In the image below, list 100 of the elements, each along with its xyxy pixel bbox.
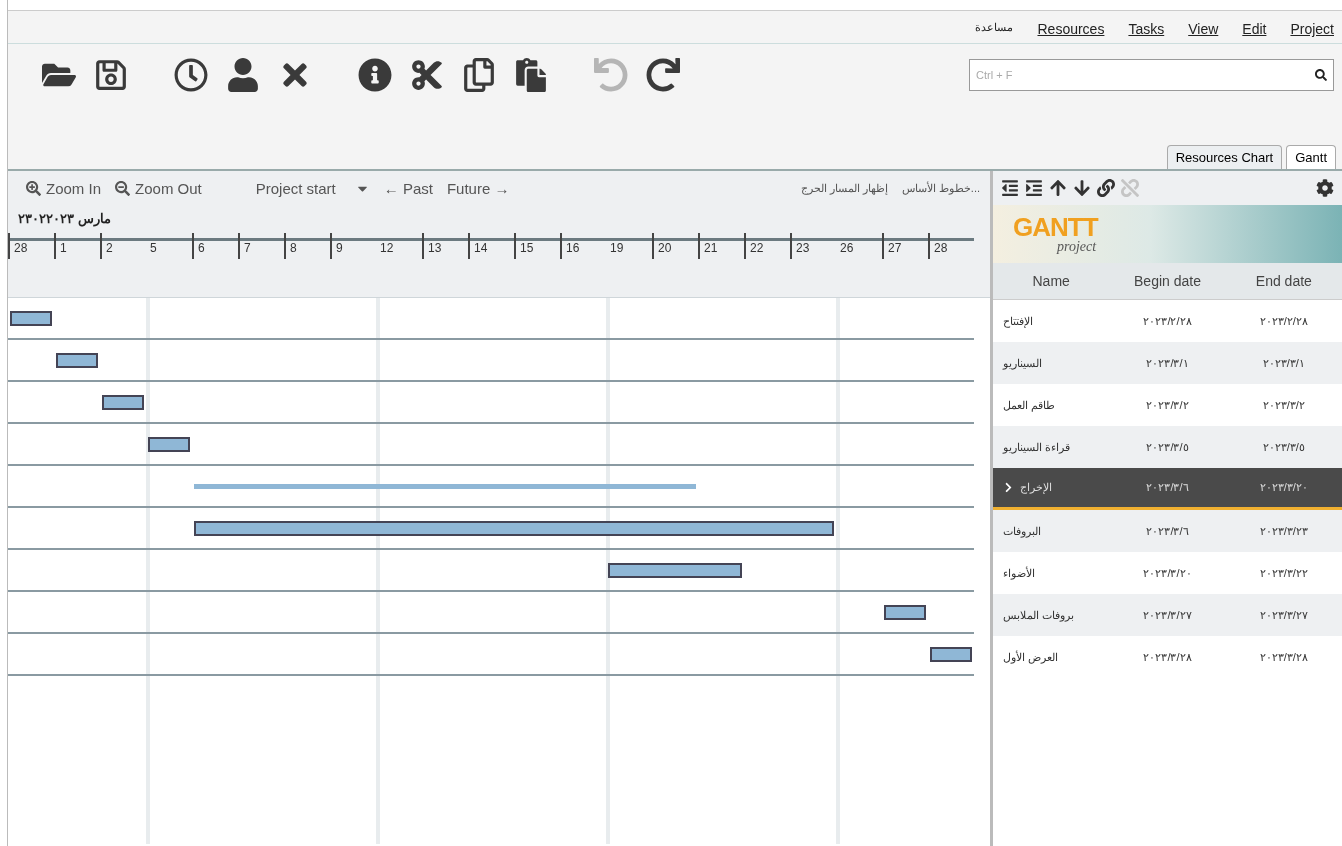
- search-field[interactable]: Ctrl + F: [969, 59, 1334, 91]
- task-name: السيناريو: [1003, 356, 1042, 370]
- end-date: ٢٠٢٣/٣/٢٨: [1258, 650, 1309, 664]
- zoom-in-button[interactable]: Zoom In: [26, 179, 102, 197]
- end-date: ٢٠٢٣/٣/١: [1261, 356, 1306, 370]
- task-name: قراءة السيناريو: [1003, 440, 1071, 454]
- task-name: الأضواء: [1003, 566, 1035, 580]
- month-label: مارس ٢٣٠٢٢٠٢٣: [18, 211, 111, 226]
- day-tick: 22: [744, 233, 790, 259]
- end-date: ٢٠٢٣/٣/٢٧: [1258, 608, 1309, 622]
- critical-path-link[interactable]: إظهار المسار الحرج: [800, 181, 888, 195]
- day-tick: 23: [790, 233, 836, 259]
- end-date: ٢٠٢٣/٣/٥: [1261, 440, 1306, 454]
- outdent-icon[interactable]: [1001, 179, 1019, 197]
- column-header[interactable]: Name: [993, 273, 1110, 289]
- task-row[interactable]: البروفات ٢٠٢٣/٣/٦ ٢٠٢٣/٣/٢٣: [993, 510, 1342, 552]
- task-bar[interactable]: [930, 647, 972, 662]
- day-tick: 19: [609, 240, 625, 257]
- begin-date: ٢٠٢٣/٣/٦: [1145, 481, 1190, 494]
- tab[interactable]: Resources Chart: [1166, 145, 1283, 169]
- task-row[interactable]: قراءة السيناريو ٢٠٢٣/٣/٥ ٢٠٢٣/٣/٥: [993, 426, 1342, 468]
- paste-icon[interactable]: [514, 58, 548, 92]
- menu-item[interactable]: Project: [1290, 21, 1334, 43]
- begin-date: ٢٠٢٣/٢/٢٨: [1142, 314, 1193, 328]
- menu-item[interactable]: Edit: [1242, 21, 1267, 43]
- menu-item[interactable]: Resources: [1037, 21, 1105, 43]
- day-tick: 8: [284, 233, 330, 259]
- user-icon[interactable]: [226, 58, 260, 92]
- day-tick: 26: [839, 240, 855, 257]
- day-tick: 9: [330, 233, 376, 259]
- redo-icon[interactable]: [646, 58, 680, 92]
- zoom-out-button[interactable]: Zoom Out: [115, 179, 202, 197]
- begin-date: ٢٠٢٣/٣/٢٧: [1142, 608, 1193, 622]
- task-name: طاقم العمل: [1003, 398, 1056, 412]
- day-tick: 20: [652, 233, 698, 259]
- task-name: بروفات الملابس: [1003, 608, 1075, 622]
- search-icon[interactable]: [1315, 69, 1327, 81]
- zoom-in-icon[interactable]: [26, 180, 41, 196]
- day-tick: 2: [100, 233, 146, 259]
- begin-date: ٢٠٢٣/٣/٦: [1145, 524, 1190, 538]
- day-tick: 6: [192, 233, 238, 259]
- link-icon[interactable]: [1097, 179, 1115, 197]
- task-row[interactable]: السيناريو ٢٠٢٣/٣/١ ٢٠٢٣/٣/١: [993, 342, 1342, 384]
- task-name: الإفتتاح: [1003, 314, 1033, 328]
- day-tick: 13: [422, 233, 468, 259]
- past-button[interactable]: ← Past: [383, 179, 433, 197]
- up-arrow-icon[interactable]: [1049, 179, 1067, 197]
- tab[interactable]: Gantt: [1286, 145, 1336, 169]
- task-bar[interactable]: [10, 311, 52, 326]
- task-name: الإخراج: [1020, 481, 1052, 494]
- scissors-icon[interactable]: [410, 58, 444, 92]
- task-bar[interactable]: [884, 605, 926, 620]
- day-tick: 28: [928, 233, 974, 259]
- baselines-link[interactable]: خطوط الأساس...: [901, 181, 980, 195]
- task-row[interactable]: بروفات الملابس ٢٠٢٣/٣/٢٧ ٢٠٢٣/٣/٢٧: [993, 594, 1342, 636]
- day-tick: 15: [514, 233, 560, 259]
- task-bar[interactable]: [608, 563, 742, 578]
- day-tick: 28: [8, 233, 54, 259]
- end-date: ٢٠٢٣/٢/٢٨: [1258, 314, 1309, 328]
- column-header[interactable]: End date: [1225, 273, 1342, 289]
- task-name: العرض الأول: [1003, 650, 1059, 664]
- menu-item[interactable]: View: [1188, 21, 1219, 43]
- chevron-icon[interactable]: [1003, 482, 1014, 493]
- zoom-out-icon[interactable]: [115, 180, 131, 196]
- task-bar[interactable]: [102, 395, 144, 410]
- menu-item[interactable]: مساعدة: [975, 21, 1014, 43]
- day-tick: 27: [882, 233, 928, 259]
- column-header[interactable]: Begin date: [1109, 273, 1226, 289]
- end-date: ٢٠٢٣/٣/٢٠: [1258, 481, 1309, 494]
- end-date: ٢٠٢٣/٣/٢٣: [1258, 524, 1309, 538]
- day-tick: 5: [149, 240, 158, 257]
- end-date: ٢٠٢٣/٣/٢٢: [1258, 566, 1309, 580]
- save-icon[interactable]: [94, 58, 128, 92]
- task-bar[interactable]: [56, 353, 98, 368]
- day-tick: 7: [238, 233, 284, 259]
- copy-icon[interactable]: [462, 58, 496, 92]
- begin-date: ٢٠٢٣/٣/١: [1145, 356, 1190, 370]
- day-tick: 1: [54, 233, 100, 259]
- begin-date: ٢٠٢٣/٣/٢٨: [1142, 650, 1193, 664]
- end-date: ٢٠٢٣/٣/٢: [1261, 398, 1306, 412]
- indent-icon[interactable]: [1025, 179, 1043, 197]
- day-tick: 12: [379, 240, 395, 257]
- begin-date: ٢٠٢٣/٣/٥: [1145, 440, 1190, 454]
- future-button[interactable]: Future →: [446, 179, 510, 197]
- logo-title: GANTT: [1013, 214, 1100, 240]
- menu-item[interactable]: Tasks: [1128, 21, 1165, 43]
- project-start-dropdown[interactable]: Project start: [255, 179, 370, 197]
- task-bar[interactable]: [148, 437, 190, 452]
- task-bar[interactable]: [194, 521, 834, 536]
- begin-date: ٢٠٢٣/٣/٢٠: [1142, 566, 1193, 580]
- day-tick: 16: [560, 233, 606, 259]
- begin-date: ٢٠٢٣/٣/٢: [1145, 398, 1190, 412]
- logo-subtitle: project: [1057, 240, 1098, 254]
- settings-icon[interactable]: [1316, 179, 1334, 197]
- info-icon[interactable]: [358, 58, 392, 92]
- day-tick: 21: [698, 233, 744, 259]
- task-row[interactable]: الإخراج ٢٠٢٣/٣/٦ ٢٠٢٣/٣/٢٠: [993, 468, 1342, 510]
- clock-icon[interactable]: [174, 58, 208, 92]
- task-name: البروفات: [1003, 524, 1041, 538]
- down-arrow-icon[interactable]: [1073, 179, 1091, 197]
